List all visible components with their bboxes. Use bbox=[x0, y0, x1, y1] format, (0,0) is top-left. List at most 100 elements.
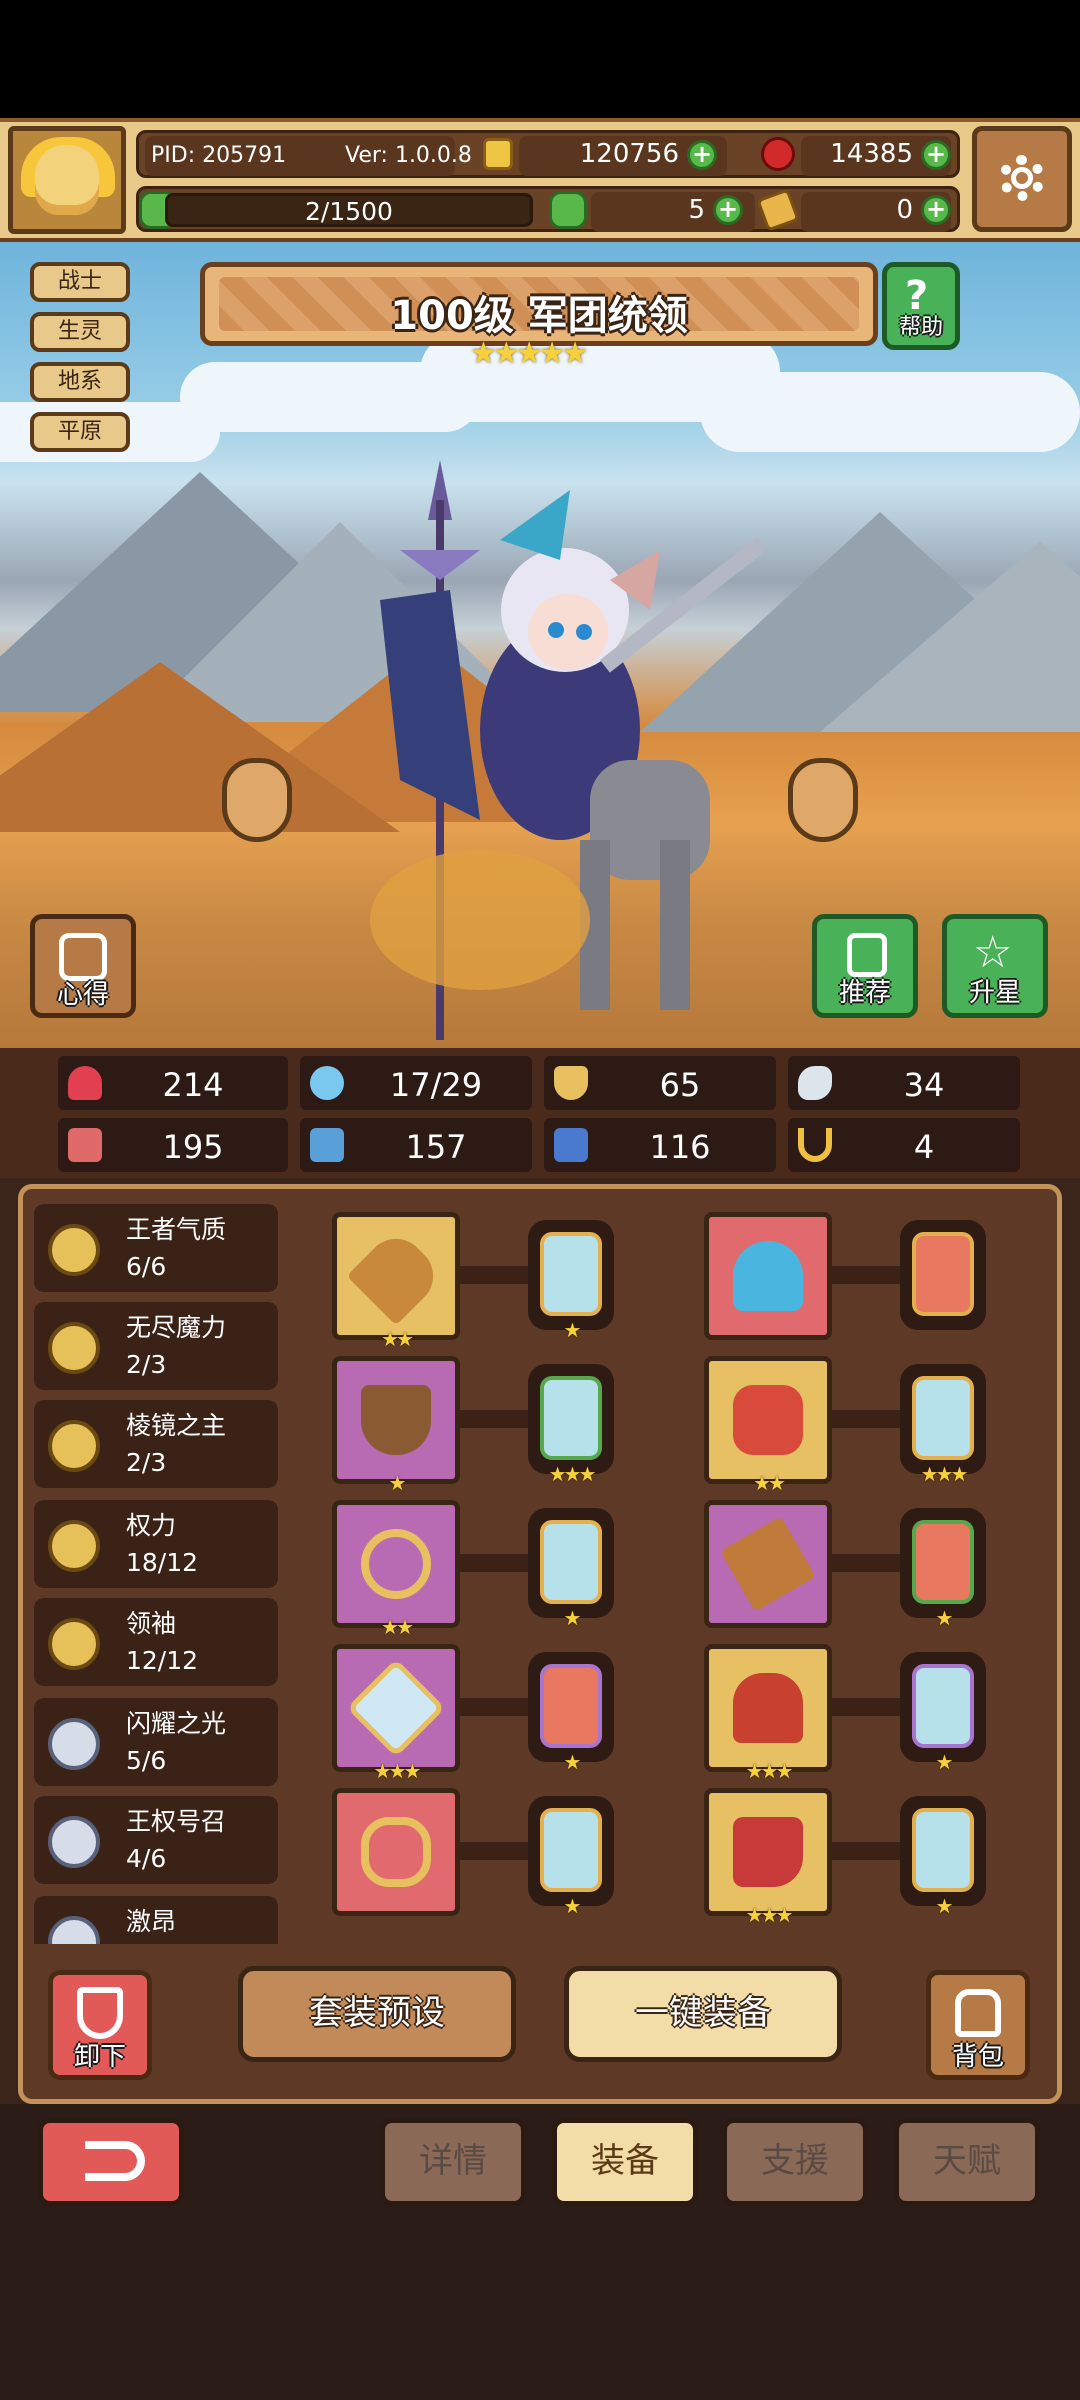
rune-slot[interactable]: ★ bbox=[528, 1652, 614, 1774]
gold-medal-icon bbox=[48, 1520, 100, 1572]
thumbs-up-icon bbox=[847, 933, 887, 977]
equip-slot-crossbow[interactable] bbox=[704, 1500, 832, 1628]
silver-medal-icon bbox=[48, 1816, 100, 1868]
wooden-shield-icon bbox=[361, 1385, 431, 1455]
suit-bonus-list[interactable]: 王者气质 6/6 无尽魔力 2/3 棱镜之主 2/3 权力 18/12 领袖 1… bbox=[34, 1204, 296, 1944]
status-area bbox=[0, 0, 1080, 118]
hero-title-banner: 100级 军团统领 bbox=[200, 262, 878, 346]
equip-slot-ring[interactable] bbox=[332, 1788, 460, 1916]
equip-slot-helmet[interactable] bbox=[704, 1212, 832, 1340]
helmet-icon bbox=[733, 1241, 803, 1311]
suit-item[interactable]: 激昂 bbox=[34, 1896, 278, 1944]
player-avatar[interactable] bbox=[8, 126, 126, 234]
star-up-button[interactable]: ☆ 升星 bbox=[942, 914, 1048, 1018]
stat-mana: 17/29 bbox=[300, 1056, 532, 1110]
help-button[interactable]: ? 帮助 bbox=[882, 262, 960, 350]
gem-amount: 14385 bbox=[830, 139, 913, 169]
hero-title: 100级 军团统领 bbox=[390, 293, 688, 339]
version-label: Ver: 1.0.0.8 bbox=[345, 143, 472, 168]
rune-slot[interactable]: ★ bbox=[900, 1652, 986, 1774]
backpack-label: 背包 bbox=[951, 2042, 1004, 2072]
header-resource-row: 2/1500 5 + 0 + bbox=[136, 186, 960, 232]
one-click-equip-button[interactable]: 一键装备 bbox=[564, 1966, 842, 2062]
stat-magic: 157 bbox=[300, 1118, 532, 1172]
silver-medal-icon bbox=[48, 1718, 100, 1770]
ruby-gem-icon bbox=[761, 137, 795, 171]
gold-medal-icon bbox=[48, 1224, 100, 1276]
rune-icon bbox=[540, 1520, 602, 1604]
rune-slot[interactable]: ★ bbox=[528, 1508, 614, 1630]
add-gold-icon[interactable]: + bbox=[687, 140, 717, 170]
unequip-button[interactable]: 卸下 bbox=[48, 1970, 152, 2080]
suit-item[interactable]: 权力 18/12 bbox=[34, 1500, 278, 1588]
rune-slot[interactable]: ★★★ bbox=[900, 1364, 986, 1486]
help-label: 帮助 bbox=[898, 315, 943, 340]
tab-details[interactable]: 详情 bbox=[380, 2118, 526, 2206]
gold-coin-icon bbox=[483, 138, 513, 170]
tag-class[interactable]: 战士 bbox=[30, 262, 130, 302]
stat-luck: 4 bbox=[788, 1118, 1020, 1172]
hero-star-rating: ★★★★★ bbox=[470, 336, 588, 371]
clover-amount: 5 bbox=[688, 195, 705, 225]
clover-icon bbox=[549, 191, 587, 229]
prev-hero-arrow[interactable] bbox=[222, 758, 292, 842]
rune-slot[interactable]: ★ bbox=[900, 1508, 986, 1630]
tag-element[interactable]: 地系 bbox=[30, 362, 130, 402]
equip-slot-crystal[interactable]: ★★★ bbox=[332, 1644, 460, 1783]
notes-label: 心得 bbox=[56, 980, 109, 1010]
rune-slot[interactable] bbox=[900, 1220, 986, 1330]
horseshoe-icon bbox=[798, 1128, 832, 1162]
tab-support[interactable]: 支援 bbox=[722, 2118, 868, 2206]
suit-preset-button[interactable]: 套装预设 bbox=[238, 1966, 516, 2062]
notes-button[interactable]: 心得 bbox=[30, 914, 136, 1018]
suit-item[interactable]: 棱镜之主 2/3 bbox=[34, 1400, 278, 1488]
shield-icon bbox=[554, 1066, 588, 1100]
equip-slot-crown[interactable]: ★★★ bbox=[704, 1644, 832, 1783]
back-button[interactable] bbox=[38, 2118, 184, 2206]
add-bag-icon[interactable]: + bbox=[921, 195, 951, 225]
gold-medal-icon bbox=[48, 1420, 100, 1472]
back-arrow-icon bbox=[85, 2141, 145, 2181]
add-clover-icon[interactable]: + bbox=[713, 195, 743, 225]
stat-attack: 195 bbox=[58, 1118, 288, 1172]
rune-icon bbox=[540, 1232, 602, 1316]
equip-slot-armor[interactable]: ★★ bbox=[704, 1356, 832, 1495]
suit-item[interactable]: 无尽魔力 2/3 bbox=[34, 1302, 278, 1390]
backpack-button[interactable]: 背包 bbox=[926, 1970, 1030, 2080]
suit-item[interactable]: 闪耀之光 5/6 bbox=[34, 1698, 278, 1786]
rune-slot[interactable]: ★ bbox=[528, 1796, 614, 1918]
settings-button[interactable] bbox=[972, 126, 1072, 232]
backpack-icon bbox=[955, 1989, 1001, 2037]
tab-equipment[interactable]: 装备 bbox=[552, 2118, 698, 2206]
down-arrow-icon bbox=[77, 1987, 123, 2039]
suit-item[interactable]: 领袖 12/12 bbox=[34, 1598, 278, 1686]
heart-icon bbox=[68, 1066, 102, 1100]
tab-talent[interactable]: 天赋 bbox=[894, 2118, 1040, 2206]
bag-amount: 0 bbox=[896, 195, 913, 225]
stat-speed: 34 bbox=[788, 1056, 1020, 1110]
next-hero-arrow[interactable] bbox=[788, 758, 858, 842]
rune-slot[interactable]: ★★★ bbox=[528, 1364, 614, 1486]
equip-slot-necklace[interactable]: ★★ bbox=[332, 1500, 460, 1639]
equip-slot-shield[interactable]: ★ bbox=[332, 1356, 460, 1495]
equip-slot-boots[interactable]: ★★★ bbox=[704, 1788, 832, 1927]
suit-item[interactable]: 王权号召 4/6 bbox=[34, 1796, 278, 1884]
tag-terrain[interactable]: 平原 bbox=[30, 412, 130, 452]
crystal-icon bbox=[346, 1658, 446, 1758]
hero-sprite bbox=[370, 460, 768, 1040]
boots-icon bbox=[733, 1817, 803, 1887]
crown-icon bbox=[733, 1673, 803, 1743]
rune-icon bbox=[540, 1376, 602, 1460]
unequip-label: 卸下 bbox=[73, 2042, 126, 2072]
energy-value: 2/1500 bbox=[305, 197, 393, 226]
recommend-label: 推荐 bbox=[838, 978, 891, 1008]
rune-slot[interactable]: ★ bbox=[528, 1220, 614, 1342]
tag-race[interactable]: 生灵 bbox=[30, 312, 130, 352]
suit-item[interactable]: 王者气质 6/6 bbox=[34, 1204, 278, 1292]
star-icon: ☆ bbox=[973, 927, 1013, 978]
rune-icon bbox=[540, 1664, 602, 1748]
add-gems-icon[interactable]: + bbox=[921, 140, 951, 170]
rune-slot[interactable]: ★ bbox=[900, 1796, 986, 1918]
equip-slot-scepter[interactable]: ★★ bbox=[332, 1212, 460, 1351]
recommend-button[interactable]: 推荐 bbox=[812, 914, 918, 1018]
